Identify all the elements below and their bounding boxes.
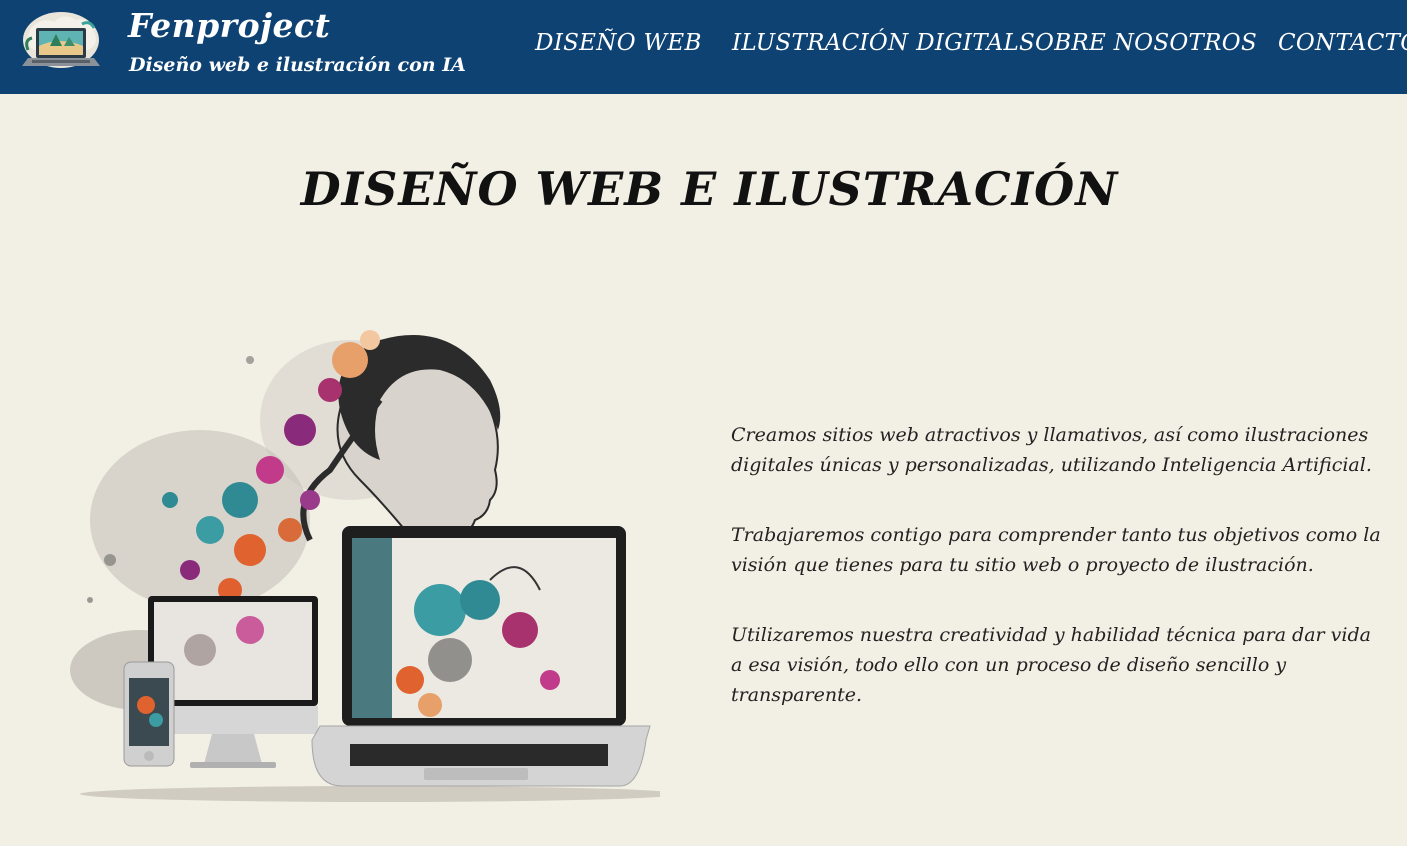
- site-header: Fenproject Diseño web e ilustración con …: [0, 0, 1407, 94]
- intro-paragraph: Trabajaremos contigo para comprender tan…: [731, 524, 1381, 576]
- hero-illustration: [70, 330, 660, 802]
- nav-item-ilustracion-digital[interactable]: ILUSTRACIÓN DIGITAL: [732, 30, 1019, 56]
- nav-item-contacto[interactable]: CONTACTO: [1278, 30, 1407, 56]
- nav-item-diseno-web[interactable]: DISEÑO WEB: [535, 30, 702, 56]
- page-title: DISEÑO WEB E ILUSTRACIÓN: [300, 162, 1119, 216]
- nav-item-sobre-nosotros[interactable]: SOBRE NOSOTROS: [1019, 30, 1257, 56]
- intro-paragraph: Utilizaremos nuestra creatividad y habil…: [731, 624, 1371, 706]
- intro-paragraph: Creamos sitios web atractivos y llamativ…: [731, 424, 1372, 476]
- main-nav: DISEÑO WEB ILUSTRACIÓN DIGITAL SOBRE NOS…: [0, 30, 1407, 60]
- intro-text: Creamos sitios web atractivos y llamativ…: [731, 420, 1381, 750]
